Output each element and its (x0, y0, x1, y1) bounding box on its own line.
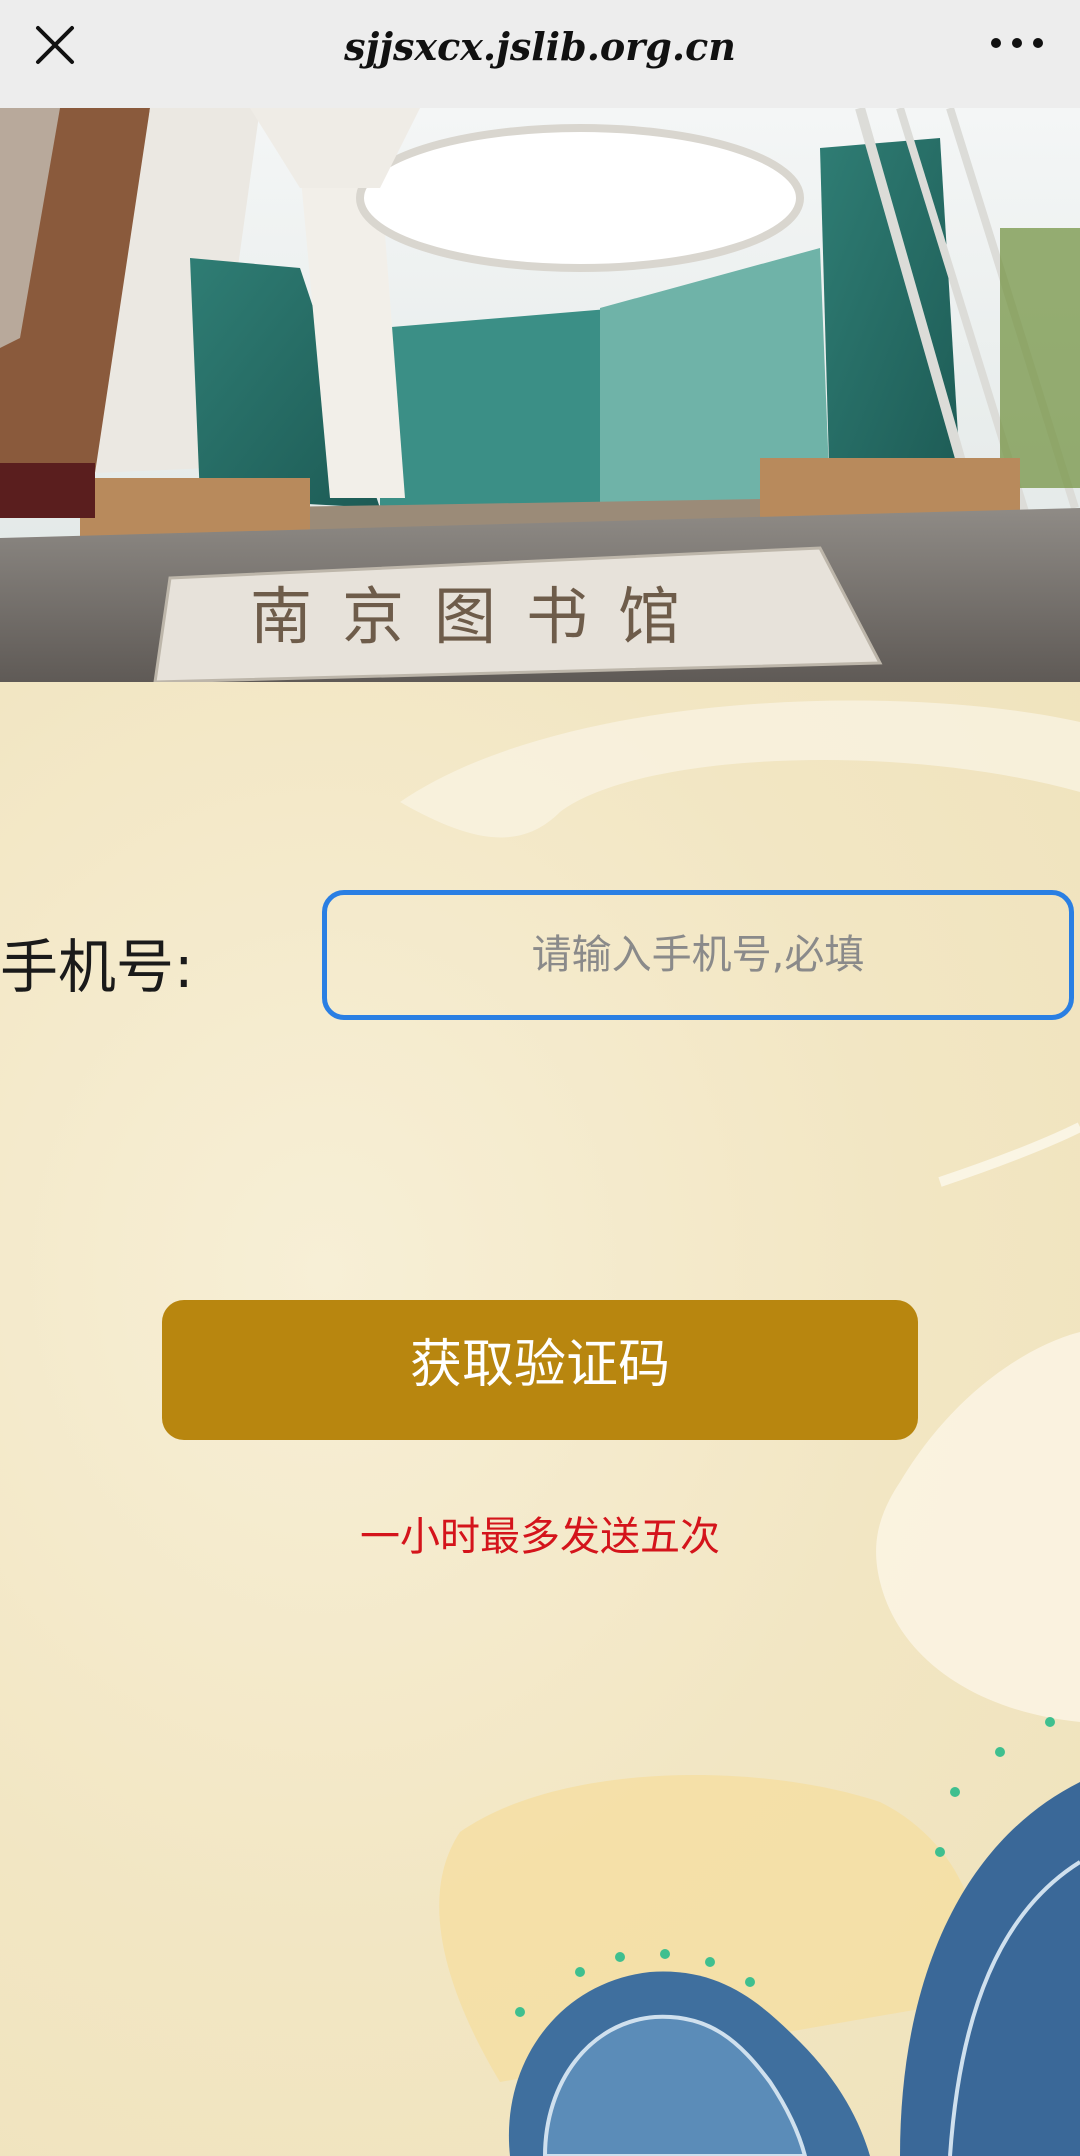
library-sign-text: 南京图书馆 (250, 580, 710, 653)
more-icon[interactable] (982, 18, 1052, 68)
phone-label: 手机号: (0, 933, 194, 1001)
browser-top-bar: sjjsxcx.jslib.org.cn (0, 0, 1080, 108)
library-hero-image: 南京图书馆 (0, 108, 1080, 682)
login-panel: 手机号: 获取验证码 一小时最多发送五次 (0, 682, 1080, 2156)
get-verification-code-button[interactable]: 获取验证码 (162, 1300, 918, 1440)
close-icon[interactable] (28, 18, 82, 72)
send-limit-note: 一小时最多发送五次 (360, 1514, 720, 1560)
phone-input[interactable] (322, 890, 1074, 1020)
page-url-title: sjjsxcx.jslib.org.cn (344, 23, 736, 69)
